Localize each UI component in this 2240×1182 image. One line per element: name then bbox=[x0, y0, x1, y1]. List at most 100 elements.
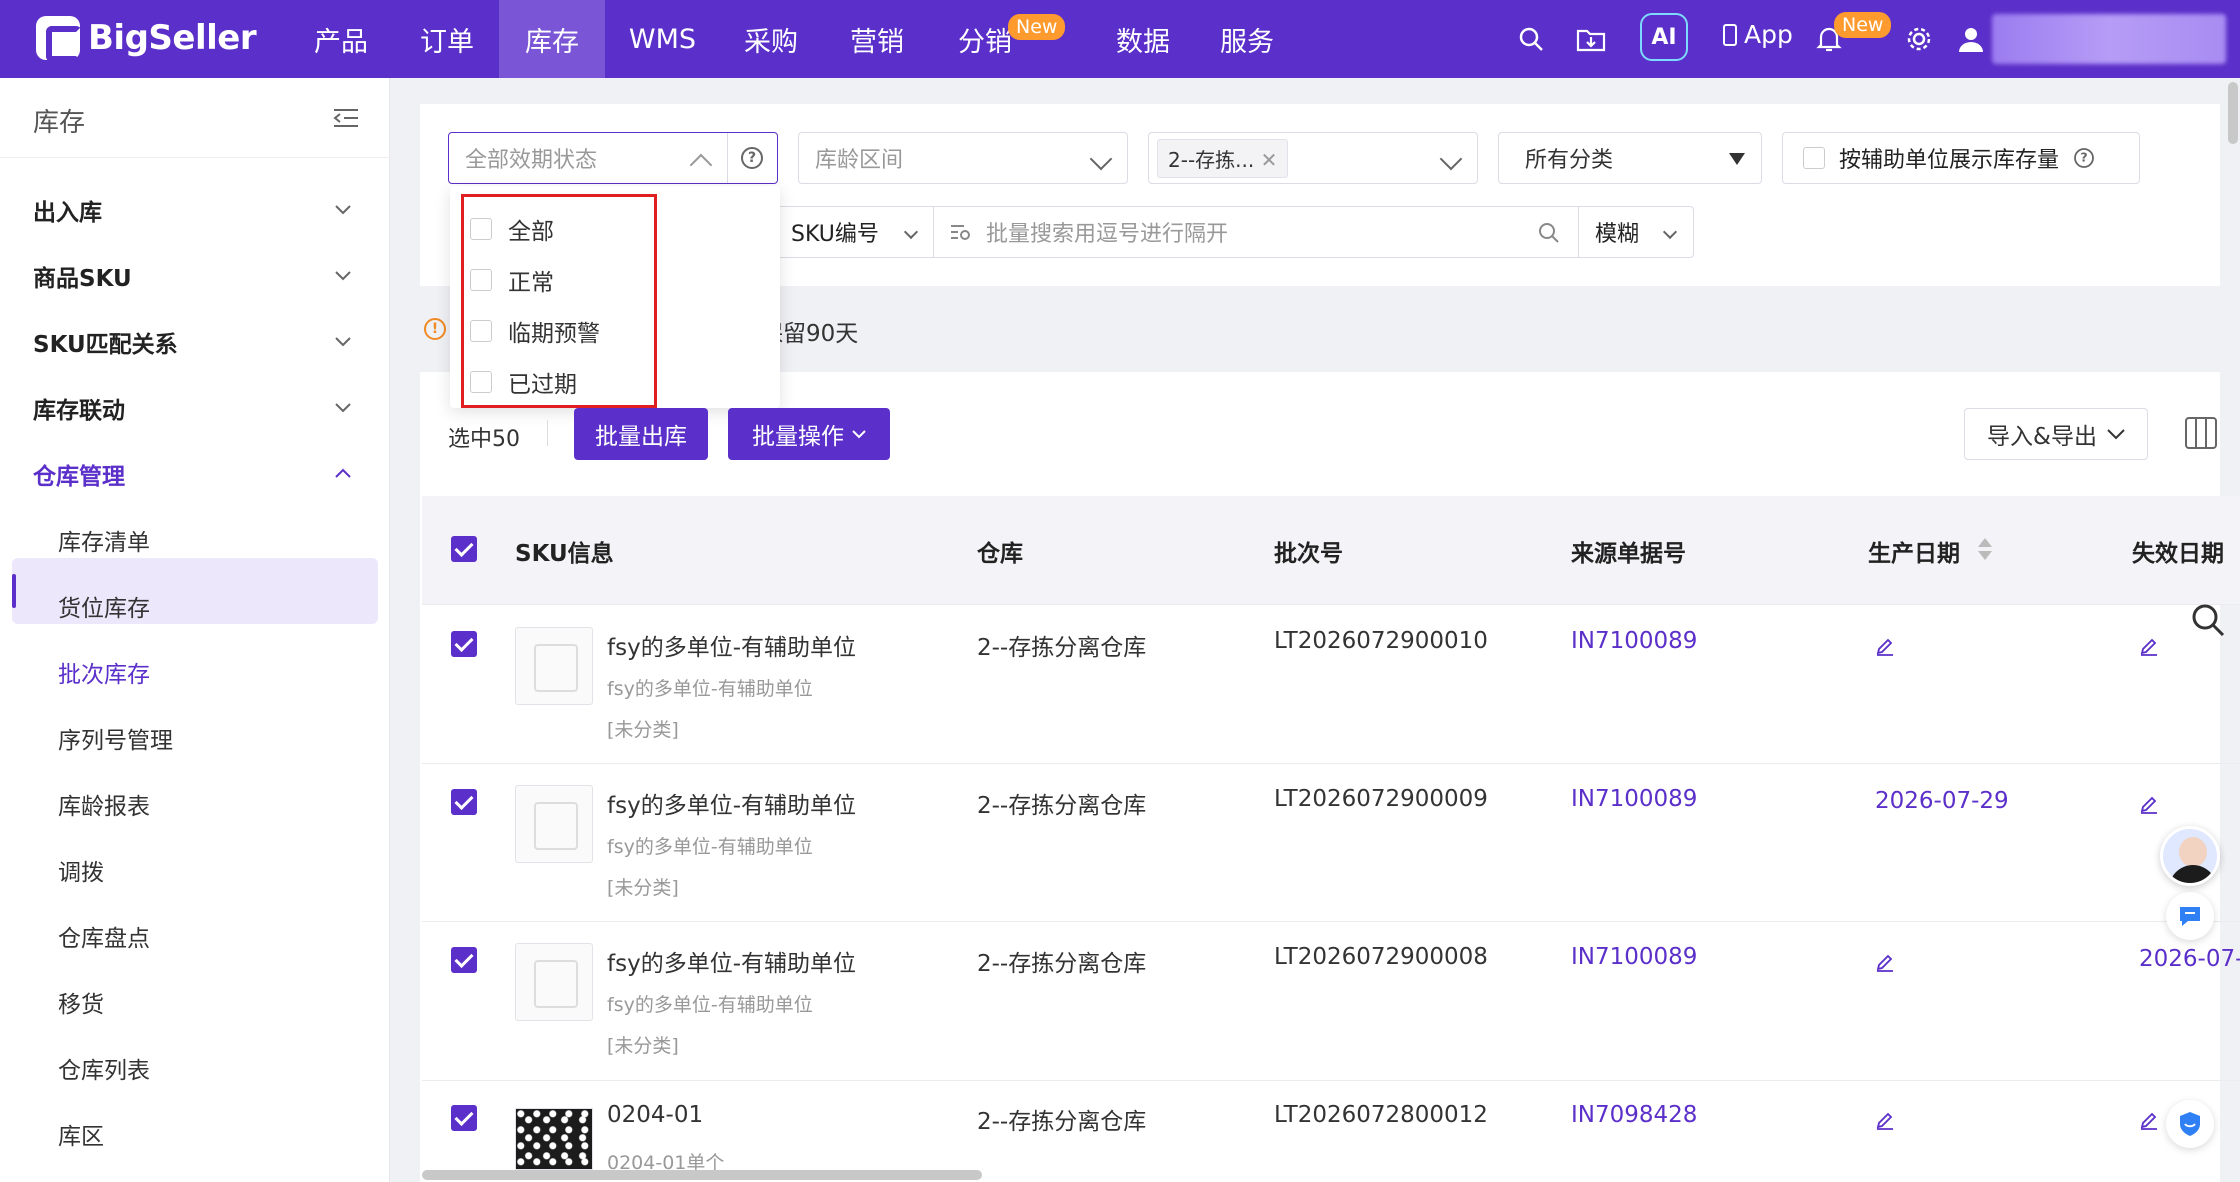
edit-icon[interactable] bbox=[2139, 794, 2159, 814]
list-search-icon bbox=[951, 225, 970, 240]
category-select[interactable]: 所有分类 bbox=[1498, 132, 1762, 184]
sidebar-active-indicator bbox=[12, 574, 16, 608]
row-checkbox[interactable] bbox=[451, 631, 477, 657]
nav-data[interactable]: 数据 bbox=[1098, 0, 1188, 78]
help-icon[interactable]: ? bbox=[2074, 148, 2094, 168]
sku-field-select[interactable]: SKU编号 bbox=[774, 206, 934, 258]
app-button[interactable]: App bbox=[1722, 20, 1793, 49]
ai-button[interactable]: AI bbox=[1640, 13, 1688, 61]
sku-name[interactable]: fsy的多单位-有辅助单位 bbox=[607, 944, 856, 978]
sidebar-item-stock-list[interactable]: 库存清单 bbox=[58, 523, 150, 557]
batch-operations-label: 批量操作 bbox=[752, 424, 844, 450]
chevron-down-icon[interactable] bbox=[332, 198, 354, 220]
chevron-down-icon bbox=[903, 224, 919, 240]
expiry-date-cell[interactable]: 2026-07- bbox=[2139, 946, 2240, 972]
sku-name[interactable]: fsy的多单位-有辅助单位 bbox=[607, 786, 856, 820]
chevron-down-icon[interactable] bbox=[332, 264, 354, 286]
nav-orders[interactable]: 订单 bbox=[402, 0, 492, 78]
sidebar-item-location-stock[interactable]: 货位库存 bbox=[58, 589, 150, 623]
sidebar-item-serial-numbers[interactable]: 序列号管理 bbox=[58, 721, 173, 755]
sidebar-group-inbound-outbound[interactable]: 出入库 bbox=[33, 193, 102, 227]
horizontal-scrollbar[interactable] bbox=[422, 1170, 982, 1180]
sidebar-item-move-goods[interactable]: 移货 bbox=[58, 985, 104, 1019]
sidebar-item-transfer[interactable]: 调拨 bbox=[58, 853, 104, 887]
chevron-down-icon[interactable] bbox=[332, 396, 354, 418]
user-name-blurred[interactable] bbox=[1992, 14, 2226, 64]
sku-category: [未分类] bbox=[607, 719, 679, 741]
sku-name[interactable]: fsy的多单位-有辅助单位 bbox=[607, 628, 856, 662]
row-checkbox[interactable] bbox=[451, 947, 477, 973]
chevron-down-icon[interactable] bbox=[332, 330, 354, 352]
nav-services[interactable]: 服务 bbox=[1202, 0, 1292, 78]
sidebar-item-warehouse-list[interactable]: 仓库列表 bbox=[58, 1051, 150, 1085]
batch-no-cell: LT2026072900009 bbox=[1274, 786, 1488, 812]
row-checkbox[interactable] bbox=[451, 789, 477, 815]
import-export-button[interactable]: 导入&导出 bbox=[1964, 408, 2148, 460]
nav-marketing[interactable]: 营销 bbox=[832, 0, 922, 78]
avatar-body bbox=[2169, 865, 2217, 883]
source-doc-link[interactable]: IN7100089 bbox=[1571, 628, 1697, 654]
sku-name[interactable]: 0204-01 bbox=[607, 1102, 703, 1128]
tag-close-icon[interactable]: ✕ bbox=[1261, 148, 1278, 172]
nav-purchase[interactable]: 采购 bbox=[726, 0, 816, 78]
source-doc-link[interactable]: IN7100089 bbox=[1571, 944, 1697, 970]
assistant-button[interactable] bbox=[2166, 1100, 2214, 1148]
search-icon[interactable] bbox=[1512, 20, 1550, 58]
edit-icon[interactable] bbox=[1875, 952, 1895, 972]
edit-icon[interactable] bbox=[1875, 1110, 1895, 1130]
sidebar-item-batch-stock[interactable]: 批次库存 bbox=[58, 655, 150, 689]
match-mode-value: 模糊 bbox=[1595, 222, 1640, 247]
settings-gear-icon[interactable] bbox=[1900, 20, 1938, 58]
batch-no-cell: LT2026072800012 bbox=[1274, 1102, 1488, 1128]
chat-button[interactable] bbox=[2166, 892, 2214, 940]
expiry-status-select[interactable]: 全部效期状态 ? bbox=[448, 132, 778, 184]
support-agent-avatar[interactable] bbox=[2160, 826, 2220, 886]
nav-inventory[interactable]: 库存 bbox=[499, 0, 605, 78]
collapse-sidebar-icon[interactable] bbox=[332, 104, 360, 132]
production-date-cell[interactable]: 2026-07-29 bbox=[1875, 788, 2009, 814]
match-mode-select[interactable]: 模糊 bbox=[1578, 206, 1694, 258]
help-icon[interactable]: ? bbox=[741, 147, 763, 169]
sidebar-group-warehouse-mgmt[interactable]: 仓库管理 bbox=[33, 457, 125, 491]
aux-unit-label: 按辅助单位展示库存量 bbox=[1839, 148, 2060, 173]
download-folder-icon[interactable] bbox=[1572, 20, 1610, 58]
source-doc-link[interactable]: IN7098428 bbox=[1571, 1102, 1697, 1128]
sort-icon[interactable] bbox=[1976, 536, 1994, 562]
aux-unit-checkbox[interactable] bbox=[1803, 147, 1825, 169]
select-all-checkbox[interactable] bbox=[451, 536, 477, 562]
sidebar-group-product-sku[interactable]: 商品SKU bbox=[33, 259, 132, 293]
aux-unit-toggle[interactable]: 按辅助单位展示库存量 ? bbox=[1782, 132, 2140, 184]
batch-operations-button[interactable]: 批量操作 bbox=[728, 408, 890, 460]
row-checkbox[interactable] bbox=[451, 1105, 477, 1131]
column-settings-icon[interactable] bbox=[2184, 416, 2218, 450]
chevron-down-icon bbox=[1089, 147, 1113, 171]
sidebar-item-zones[interactable]: 库区 bbox=[58, 1117, 104, 1151]
edit-icon[interactable] bbox=[1875, 636, 1895, 656]
chevron-up-icon[interactable] bbox=[332, 462, 354, 484]
batch-search-input[interactable]: 批量搜索用逗号进行隔开 bbox=[933, 206, 1579, 258]
sidebar-group-stock-sync[interactable]: 库存联动 bbox=[33, 391, 125, 425]
floating-search-icon[interactable] bbox=[2190, 602, 2226, 638]
nav-wms[interactable]: WMS bbox=[615, 0, 710, 78]
col-production-date[interactable]: 生产日期 bbox=[1868, 534, 1960, 568]
sidebar-item-age-report[interactable]: 库龄报表 bbox=[58, 787, 150, 821]
batch-outbound-button[interactable]: 批量出库 bbox=[574, 408, 708, 460]
logo-icon bbox=[36, 16, 82, 62]
user-avatar-icon[interactable] bbox=[1952, 20, 1990, 58]
sidebar-item-stocktake[interactable]: 仓库盘点 bbox=[58, 919, 150, 953]
edit-icon[interactable] bbox=[2139, 636, 2159, 656]
sidebar-group-sku-mapping[interactable]: SKU匹配关系 bbox=[33, 325, 178, 359]
nav-products[interactable]: 产品 bbox=[296, 0, 386, 78]
source-doc-link[interactable]: IN7100089 bbox=[1571, 786, 1697, 812]
phone-icon bbox=[1723, 23, 1737, 46]
warehouse-select[interactable]: 2--存拣... ✕ bbox=[1148, 132, 1478, 184]
stock-age-range-select[interactable]: 库龄区间 bbox=[798, 132, 1128, 184]
col-source-doc: 来源单据号 bbox=[1571, 541, 1686, 567]
red-highlight-box bbox=[461, 194, 657, 408]
search-icon[interactable] bbox=[1538, 222, 1560, 244]
col-warehouse: 仓库 bbox=[977, 541, 1023, 567]
bigseller-logo[interactable]: BigSeller bbox=[36, 16, 257, 62]
vertical-scrollbar[interactable] bbox=[2228, 82, 2238, 144]
edit-icon[interactable] bbox=[2139, 1110, 2159, 1130]
assistant-shield-icon bbox=[2180, 1112, 2200, 1136]
